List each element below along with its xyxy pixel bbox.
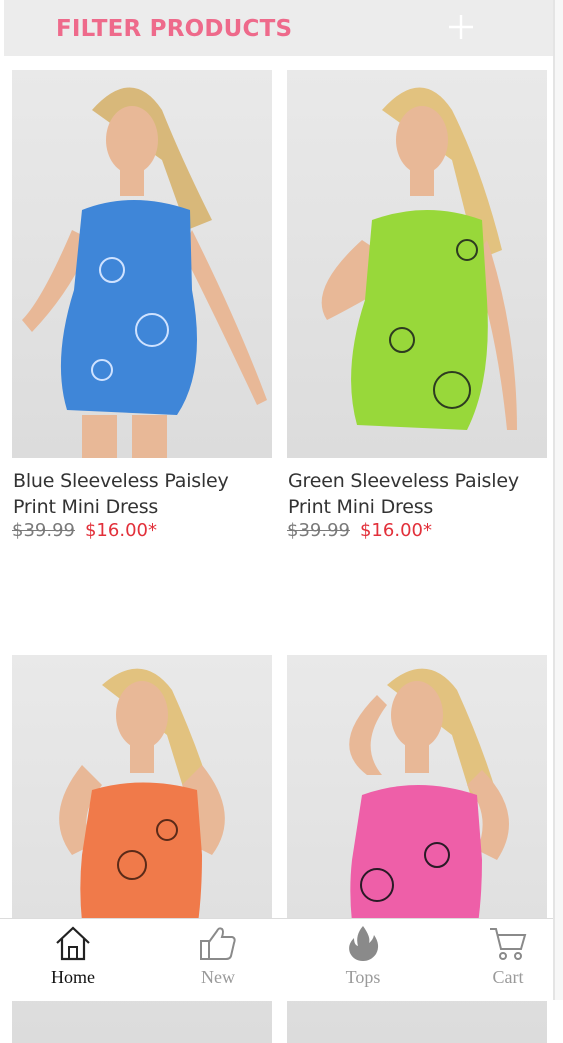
old-price: $39.99 <box>12 520 75 541</box>
home-icon <box>56 926 90 961</box>
model-figure <box>22 87 267 458</box>
thumbs-up-icon <box>200 927 236 960</box>
product-title[interactable]: Blue Sleeveless Paisley Print Mini Dress <box>12 468 272 520</box>
price-row: $39.99 $16.00* <box>287 520 547 541</box>
dress-shape <box>60 200 198 415</box>
filter-bar[interactable]: FILTER PRODUCTS <box>4 0 553 56</box>
sale-price: $16.00* <box>84 520 157 541</box>
dress-shape <box>351 210 488 430</box>
product-photo[interactable] <box>12 70 272 458</box>
cart-icon <box>490 928 527 960</box>
nav-new[interactable]: New <box>173 923 263 988</box>
bottom-nav: Home New Tops Cart <box>0 918 553 1001</box>
sale-price: $16.00* <box>359 520 432 541</box>
old-price: $39.99 <box>287 520 350 541</box>
flame-icon <box>349 926 379 961</box>
nav-label: Home <box>51 967 95 987</box>
product-card[interactable]: Green Sleeveless Paisley Print Mini Dres… <box>287 70 547 541</box>
plus-icon[interactable] <box>448 14 474 40</box>
model-figure <box>321 87 517 430</box>
nav-label: Tops <box>345 967 381 987</box>
nav-home[interactable]: Home <box>28 923 118 988</box>
nav-label: New <box>201 967 235 987</box>
nav-label: Cart <box>492 967 524 987</box>
product-title[interactable]: Green Sleeveless Paisley Print Mini Dres… <box>287 468 547 520</box>
filter-title[interactable]: FILTER PRODUCTS <box>56 16 292 42</box>
price-row: $39.99 $16.00* <box>12 520 272 541</box>
nav-tops[interactable]: Tops <box>318 923 408 988</box>
product-card[interactable]: Blue Sleeveless Paisley Print Mini Dress… <box>12 70 272 541</box>
nav-cart[interactable]: Cart <box>463 923 553 988</box>
product-photo[interactable] <box>287 70 547 458</box>
